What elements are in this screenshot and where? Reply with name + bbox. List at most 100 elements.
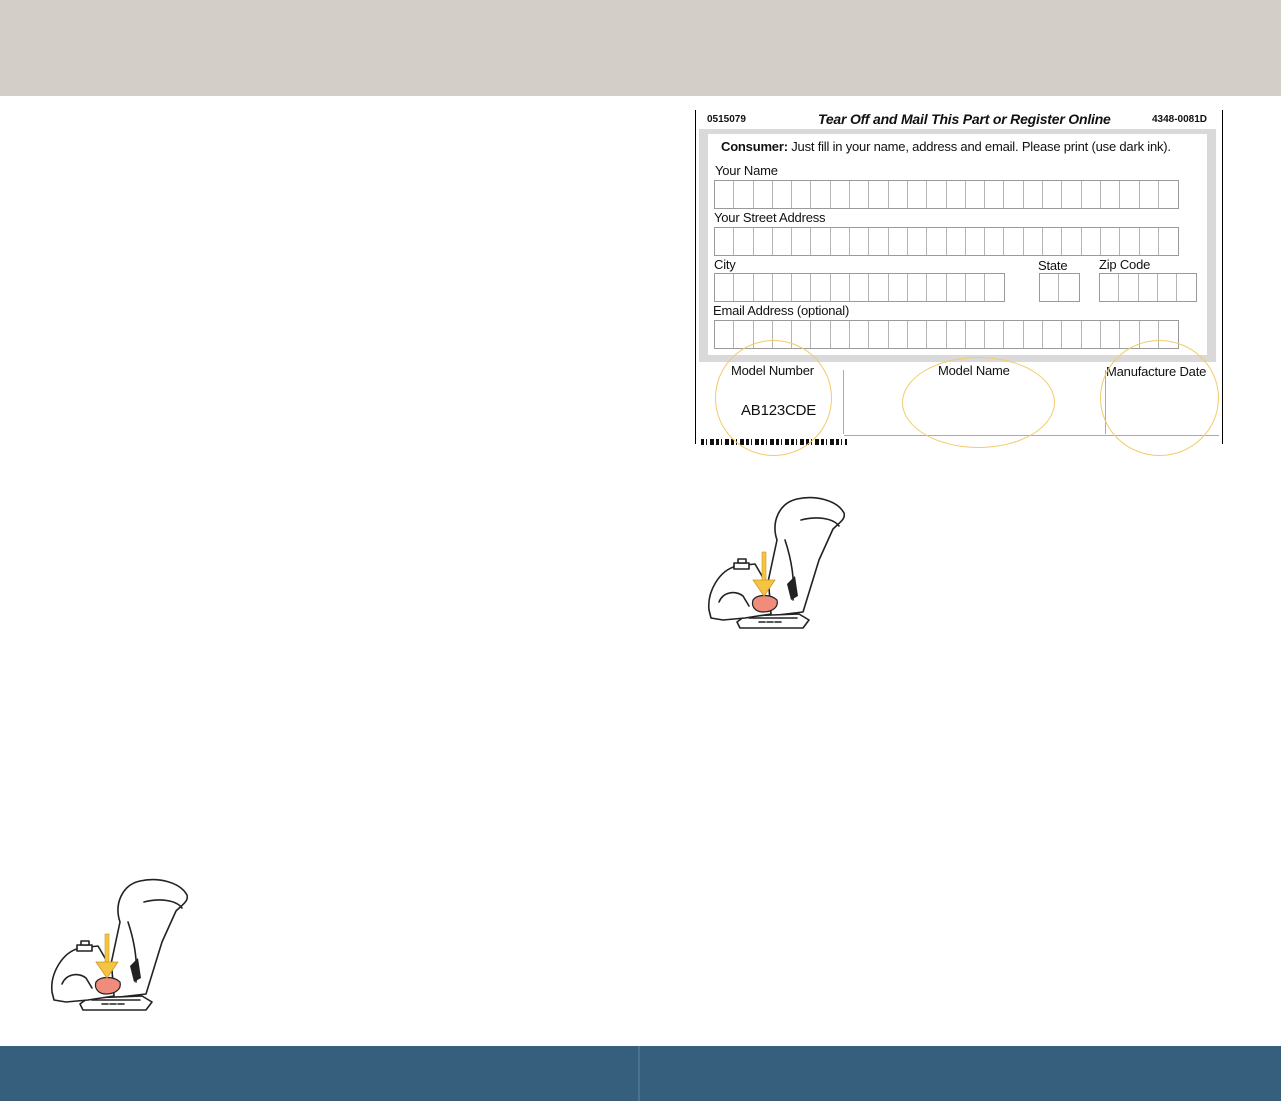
character-box[interactable] [831,228,851,255]
character-box[interactable] [985,321,1005,348]
character-box[interactable] [869,181,889,208]
character-box[interactable] [947,321,966,348]
character-box[interactable] [869,228,889,255]
character-box[interactable] [1004,228,1024,255]
character-box[interactable] [850,228,870,255]
character-box[interactable] [715,228,735,255]
character-box[interactable] [908,228,928,255]
state-field[interactable] [1039,273,1080,302]
character-box[interactable] [811,181,831,208]
character-box[interactable] [1024,228,1044,255]
character-box[interactable] [927,274,947,301]
character-box[interactable] [966,181,986,208]
character-box[interactable] [850,274,870,301]
character-box[interactable] [1040,274,1060,301]
character-box[interactable] [715,274,735,301]
character-box[interactable] [773,228,793,255]
character-box[interactable] [754,228,773,255]
character-box[interactable] [792,228,812,255]
street-address-field[interactable] [714,227,1180,256]
character-box[interactable] [1139,274,1158,301]
character-box[interactable] [734,228,754,255]
character-box[interactable] [792,274,812,301]
character-box[interactable] [1043,228,1063,255]
character-box[interactable] [734,181,754,208]
character-box[interactable] [947,274,966,301]
card-code-left: 0515079 [707,114,746,125]
character-box[interactable] [1100,274,1120,301]
character-box[interactable] [850,321,870,348]
character-box[interactable] [966,321,986,348]
top-header-band [0,0,1281,96]
character-box[interactable] [811,274,831,301]
character-box[interactable] [966,228,986,255]
character-box[interactable] [1120,228,1140,255]
street-address-label: Your Street Address [714,210,826,225]
character-box[interactable] [1082,181,1101,208]
character-box[interactable] [1159,181,1178,208]
character-box[interactable] [773,274,793,301]
character-box[interactable] [869,321,889,348]
consumer-text: Just fill in your name, address and emai… [791,139,1171,154]
character-box[interactable] [850,181,870,208]
character-box[interactable] [1120,181,1140,208]
character-box[interactable] [1059,274,1078,301]
character-box[interactable] [831,274,851,301]
character-box[interactable] [889,274,908,301]
character-box[interactable] [773,181,793,208]
character-box[interactable] [1062,181,1082,208]
character-box[interactable] [1082,321,1101,348]
character-box[interactable] [1024,181,1044,208]
character-box[interactable] [715,181,735,208]
character-box[interactable] [889,228,908,255]
character-box[interactable] [1119,274,1139,301]
character-box[interactable] [1082,228,1101,255]
character-box[interactable] [985,181,1005,208]
character-box[interactable] [831,181,851,208]
character-box[interactable] [1024,321,1044,348]
character-box[interactable] [734,274,754,301]
character-box[interactable] [927,321,947,348]
character-box[interactable] [1158,274,1178,301]
character-box[interactable] [1101,228,1121,255]
character-box[interactable] [1004,321,1024,348]
your-name-field[interactable] [714,180,1180,209]
character-box[interactable] [908,274,928,301]
character-box[interactable] [1062,228,1082,255]
consumer-instructions: Consumer: Just fill in your name, addres… [721,139,1171,154]
character-box[interactable] [1101,321,1121,348]
character-box[interactable] [927,228,947,255]
bottom-footer-band [0,1046,1281,1101]
character-box[interactable] [811,321,831,348]
character-box[interactable] [1159,228,1178,255]
registration-card: 0515079 Tear Off and Mail This Part or R… [695,110,1223,456]
character-box[interactable] [1043,181,1063,208]
character-box[interactable] [985,274,1004,301]
character-box[interactable] [1101,181,1121,208]
character-box[interactable] [754,274,773,301]
car-seat-icon [708,496,845,629]
character-box[interactable] [908,321,928,348]
character-box[interactable] [966,274,986,301]
character-box[interactable] [1140,181,1159,208]
character-box[interactable] [1062,321,1082,348]
character-box[interactable] [985,228,1005,255]
character-box[interactable] [1043,321,1063,348]
character-box[interactable] [908,181,928,208]
character-box[interactable] [947,228,966,255]
character-box[interactable] [831,321,851,348]
character-box[interactable] [1140,228,1159,255]
character-box[interactable] [715,321,735,348]
character-box[interactable] [889,181,908,208]
character-box[interactable] [1004,181,1024,208]
zip-code-field[interactable] [1099,273,1198,302]
character-box[interactable] [811,228,831,255]
character-box[interactable] [792,181,812,208]
character-box[interactable] [947,181,966,208]
character-box[interactable] [889,321,908,348]
character-box[interactable] [754,181,773,208]
character-box[interactable] [927,181,947,208]
character-box[interactable] [869,274,889,301]
city-field[interactable] [714,273,1006,302]
character-box[interactable] [1177,274,1196,301]
